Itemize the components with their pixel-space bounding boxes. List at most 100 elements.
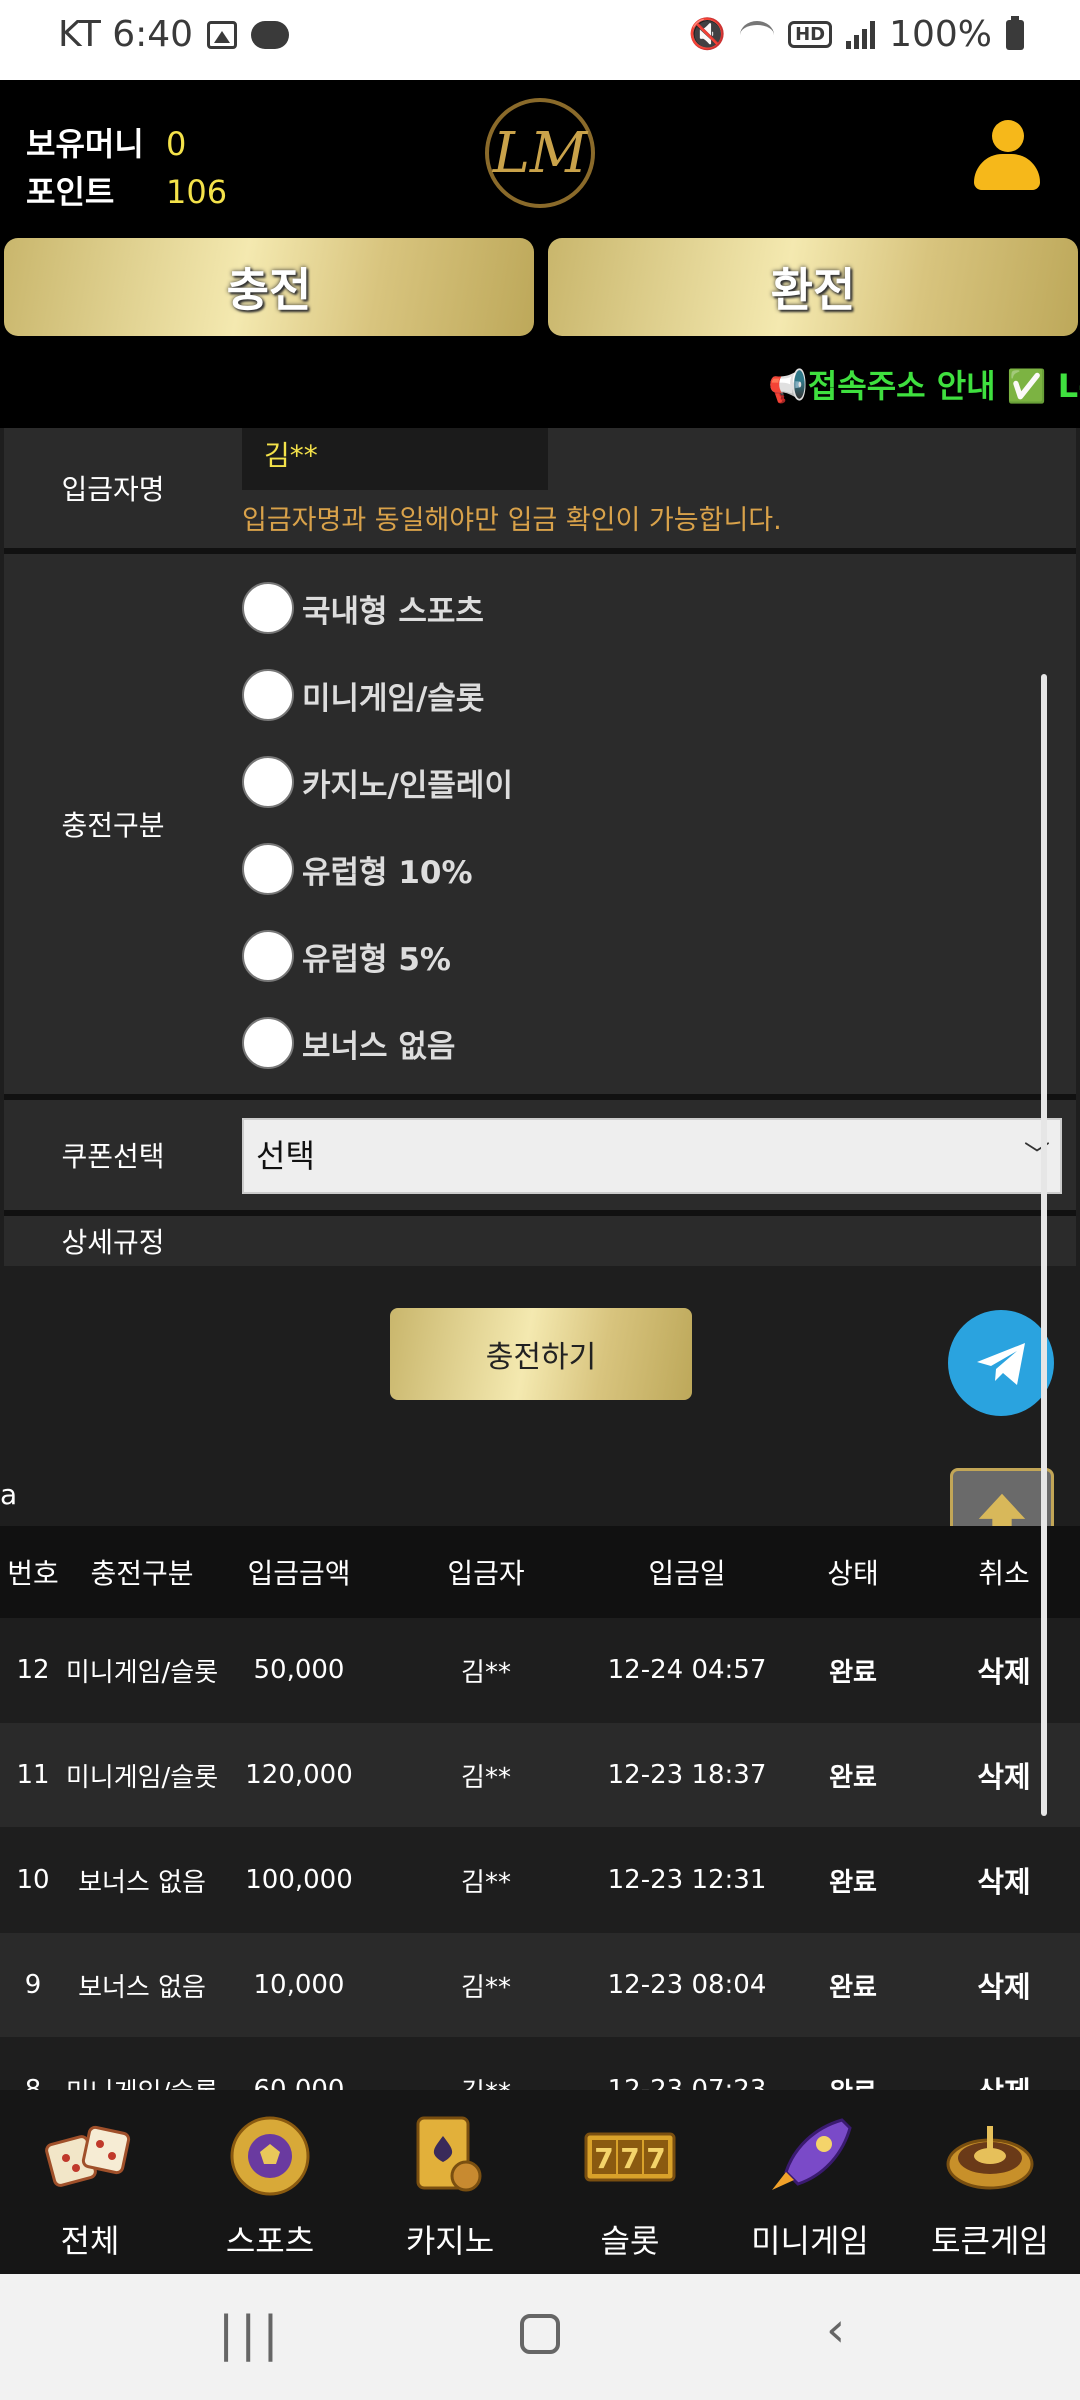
option-label: 카지노/인플레이 [302, 767, 513, 804]
col-status: 상태 [827, 1557, 879, 1590]
cell-type: 보너스 없음 [78, 1867, 206, 1898]
depositor-field[interactable]: 김** [242, 428, 548, 490]
charge-type-label: 충전구분 [4, 554, 222, 1094]
radio-icon[interactable] [242, 669, 294, 721]
option-casino-inplay[interactable]: 카지노/인플레이 [242, 756, 513, 808]
col-cancel: 취소 [978, 1557, 1030, 1590]
nav-label: 미니게임 [751, 2222, 869, 2260]
back-icon[interactable]: ‹ [826, 2302, 845, 2358]
depositor-note: 입금자명과 동일해야만 입금 확인이 가능합니다. [242, 505, 782, 536]
soccer-ball-icon [230, 2116, 310, 2196]
cell-status: 완료 [829, 1762, 877, 1793]
charge-type-row: 충전구분 국내형 스포츠 미니게임/슬롯 카지노/인플레이 유럽형 10% 유럽… [4, 554, 1076, 1094]
nav-label: 스포츠 [225, 2222, 315, 2260]
home-icon[interactable] [520, 2314, 560, 2354]
signal-icon [846, 20, 876, 49]
nav-label: 슬롯 [600, 2222, 660, 2260]
gallery-icon [207, 20, 238, 49]
option-label: 유럽형 5% [302, 941, 451, 978]
cell-number: 11 [16, 1760, 50, 1790]
table-row: 12 미니게임/슬롯 50,000 김** 12-24 04:57 완료 삭제 [0, 1618, 1080, 1722]
slot-777-icon: 7 7 7 [584, 2132, 676, 2182]
system-navigation-bar: ||| ‹ [0, 2274, 1080, 2400]
table-row: 10 보너스 없음 100,000 김** 12-23 12:31 완료 삭제 [0, 1828, 1080, 1932]
radio-icon[interactable] [242, 582, 294, 634]
rocket-icon [772, 2118, 852, 2190]
radio-icon[interactable] [242, 843, 294, 895]
nav-slot[interactable]: 7 7 7 슬롯 [550, 2104, 710, 2264]
delete-button[interactable]: 삭제 [924, 1828, 1080, 1932]
site-logo[interactable]: LM [485, 98, 595, 208]
nav-sports[interactable]: 스포츠 [190, 2104, 350, 2264]
option-label: 미니게임/슬롯 [302, 680, 485, 717]
nav-label: 토큰게임 [931, 2222, 1049, 2260]
radio-icon[interactable] [242, 1017, 294, 1069]
hd-icon: HD [788, 21, 833, 48]
cell-type: 미니게임/슬롯 [65, 1762, 219, 1793]
radio-icon[interactable] [242, 756, 294, 808]
cell-type: 미니게임/슬롯 [65, 1657, 219, 1688]
radio-icon[interactable] [242, 930, 294, 982]
rules-row: 상세규정 [4, 1216, 1076, 1266]
option-euro-10[interactable]: 유럽형 10% [242, 843, 473, 895]
nav-label: 전체 [60, 2222, 120, 2260]
charge-button[interactable]: 충전 [4, 238, 534, 336]
exchange-button[interactable]: 환전 [548, 238, 1078, 336]
svg-text:7: 7 [620, 2142, 639, 2175]
coupon-row: 쿠폰선택 선택 ﹀ [4, 1100, 1076, 1210]
marquee-text: 📢접속주소 안내 ✅ L-0 [768, 367, 1080, 405]
coupon-label: 쿠폰선택 [4, 1100, 222, 1210]
delete-button[interactable]: 삭제 [924, 1933, 1080, 2037]
cell-depositor: 김** [461, 1972, 511, 2003]
option-label: 보너스 없음 [302, 1028, 456, 1065]
nav-casino[interactable]: 카지노 [370, 2104, 530, 2264]
option-label: 유럽형 10% [302, 854, 473, 891]
rules-label: 상세규정 [4, 1216, 222, 1266]
stray-text: a [0, 1478, 18, 1511]
table-row: 9 보너스 없음 10,000 김** 12-23 08:04 완료 삭제 [0, 1933, 1080, 2037]
cell-amount: 50,000 [253, 1655, 345, 1685]
cell-amount: 120,000 [245, 1760, 353, 1790]
bottom-nav: 전체 스포츠 카지노 7 7 7 슬롯 미니게임 토큰게임 [0, 2090, 1080, 2274]
nav-minigame[interactable]: 미니게임 [730, 2104, 890, 2264]
user-icon[interactable] [970, 120, 1042, 196]
option-euro-5[interactable]: 유럽형 5% [242, 930, 451, 982]
header: 보유머니 0 포인트 106 LM [0, 80, 1080, 235]
svg-text:7: 7 [594, 2142, 613, 2175]
money-label: 보유머니 [26, 125, 144, 163]
logo-text: LM [492, 120, 588, 186]
delete-button[interactable]: 삭제 [924, 1618, 1080, 1722]
option-domestic-sports[interactable]: 국내형 스포츠 [242, 582, 484, 634]
recent-apps-icon[interactable]: ||| [218, 2306, 285, 2362]
cell-number: 12 [16, 1655, 50, 1685]
coupon-select[interactable]: 선택 ﹀ [242, 1118, 1062, 1194]
delete-button[interactable]: 삭제 [924, 1723, 1080, 1827]
cell-amount: 10,000 [253, 1970, 345, 2000]
nav-all[interactable]: 전체 [10, 2104, 170, 2264]
wifi-icon [740, 20, 775, 49]
cell-depositor: 김** [461, 1657, 511, 1688]
cell-date: 12-23 08:04 [607, 1970, 767, 2000]
telegram-icon[interactable] [948, 1310, 1054, 1416]
depositor-row: 입금자명 김** 입금자명과 동일해야만 입금 확인이 가능합니다. [4, 428, 1076, 548]
point-label: 포인트 [26, 173, 115, 211]
cell-depositor: 김** [461, 1762, 511, 1793]
nav-token-game[interactable]: 토큰게임 [910, 2104, 1070, 2264]
battery-percent: 100% [889, 14, 992, 55]
cell-status: 완료 [829, 1972, 877, 2003]
cell-status: 완료 [829, 1657, 877, 1688]
nav-label: 카지노 [405, 2222, 495, 2260]
scrollbar[interactable] [1041, 674, 1047, 1816]
option-minigame-slot[interactable]: 미니게임/슬롯 [242, 669, 484, 721]
carrier-time: KT 6:40 [58, 14, 194, 55]
table-row: 11 미니게임/슬롯 120,000 김** 12-23 18:37 완료 삭제 [0, 1723, 1080, 1827]
submit-charge-button[interactable]: 충전하기 [390, 1308, 692, 1400]
cell-date: 12-23 18:37 [607, 1760, 767, 1790]
option-no-bonus[interactable]: 보너스 없음 [242, 1017, 455, 1069]
mute-icon: 🔇 [688, 17, 727, 52]
coupon-selected: 선택 [256, 1137, 315, 1175]
col-depositor: 입금자 [447, 1557, 525, 1590]
cards-icon [416, 2116, 482, 2192]
roulette-icon [946, 2126, 1034, 2190]
cell-status: 완료 [829, 1867, 877, 1898]
